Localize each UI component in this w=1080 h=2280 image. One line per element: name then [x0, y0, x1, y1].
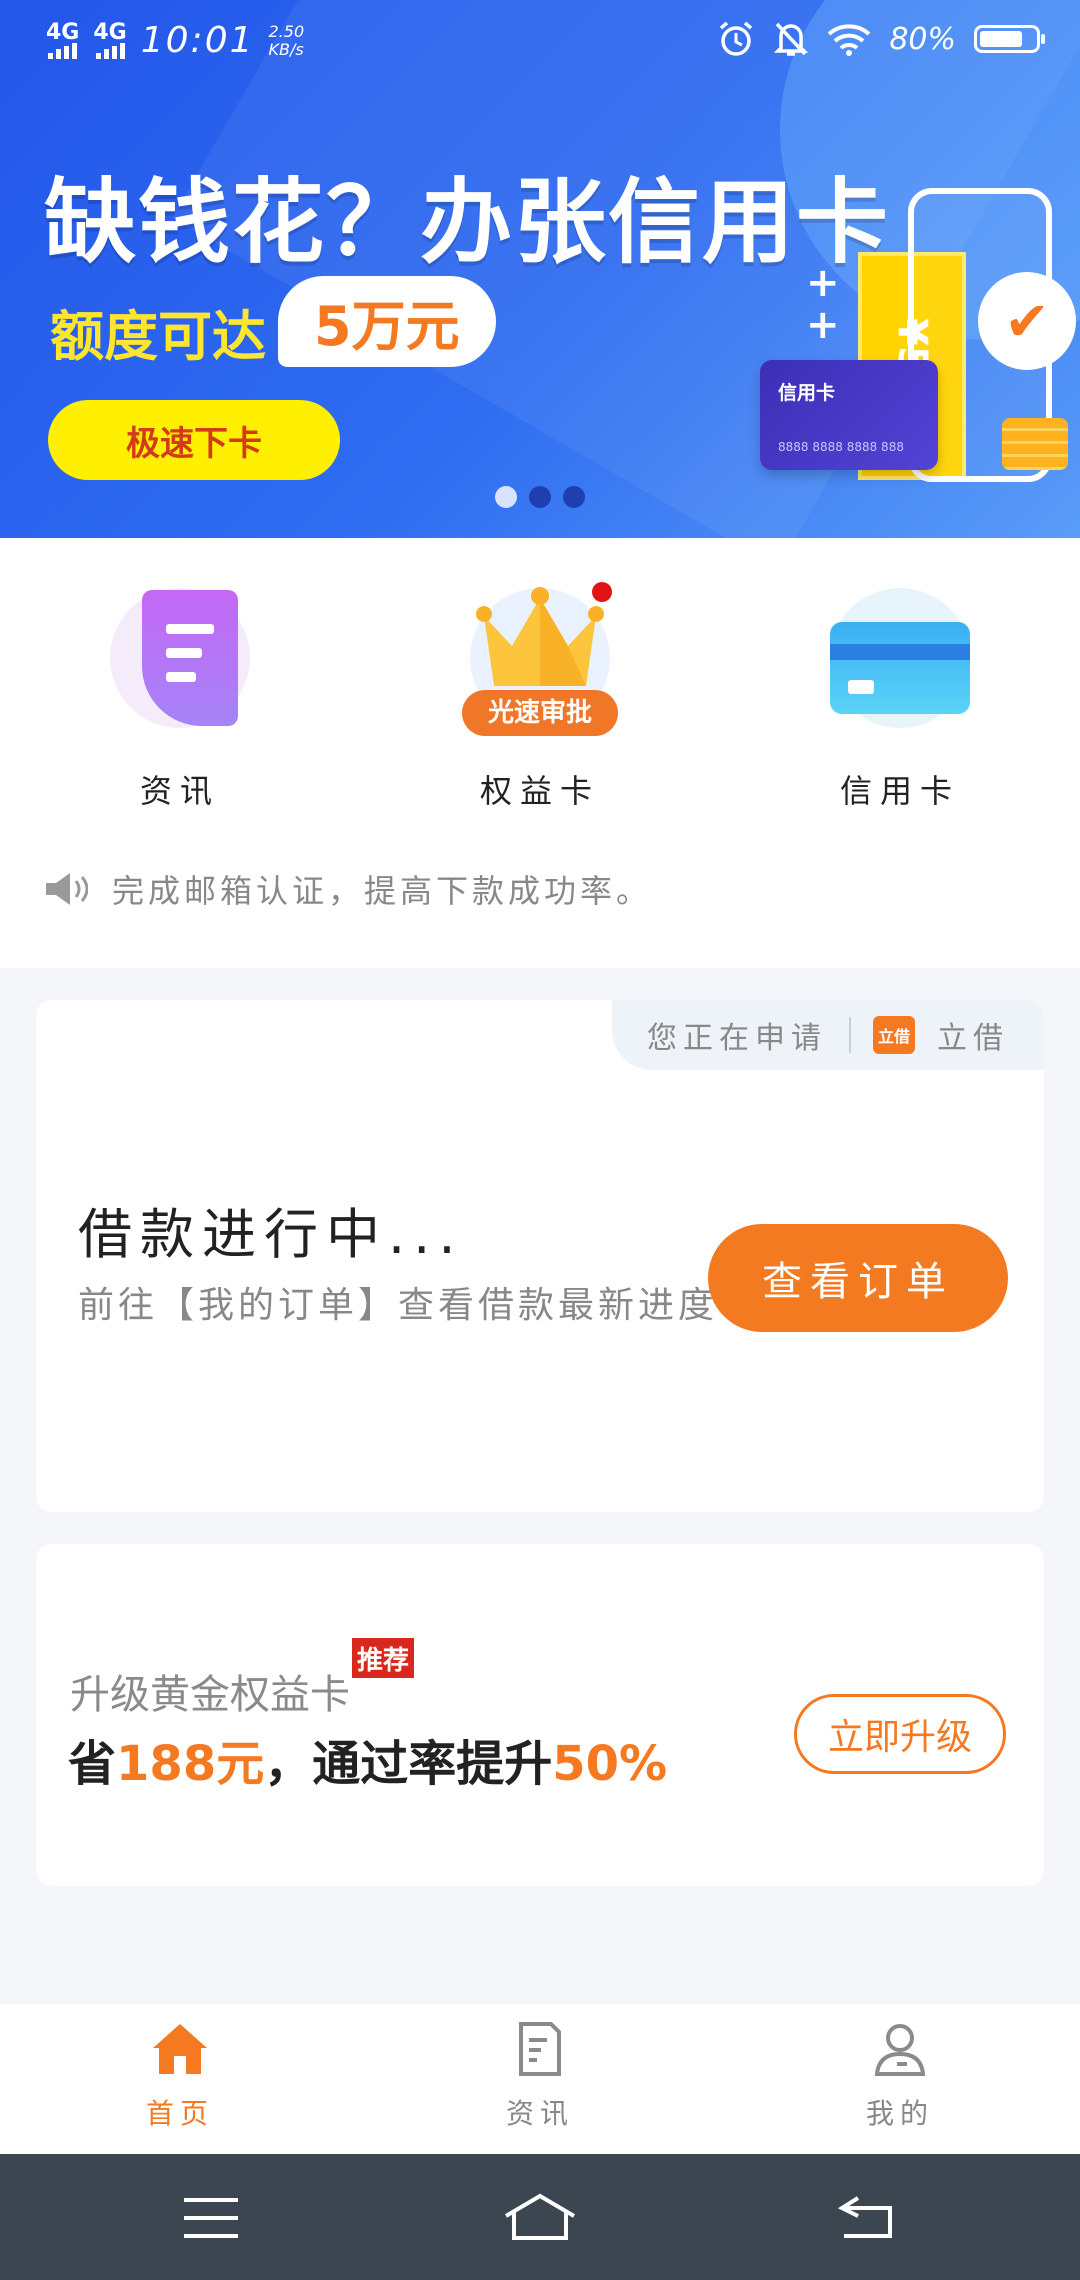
- upgrade-card[interactable]: 升级黄金权益卡 推荐 省188元，通过率提升50% 立即升级: [36, 1544, 1044, 1886]
- quick-item-news[interactable]: 资讯: [30, 578, 330, 812]
- home-icon: [153, 2024, 207, 2074]
- clock: 10:01: [140, 20, 255, 61]
- carousel-dot[interactable]: [495, 486, 517, 508]
- notice-bar[interactable]: 完成邮箱认证，提高下款成功率。: [44, 866, 652, 912]
- sparkle-icon: +: [806, 260, 840, 306]
- divider: [849, 1017, 851, 1053]
- system-navigation-bar: [0, 2154, 1080, 2280]
- crown-icon: 光速审批: [460, 578, 620, 738]
- carousel-indicator: [0, 486, 1080, 508]
- home-nav-icon[interactable]: [500, 2190, 580, 2246]
- speaker-icon: [46, 873, 88, 905]
- credit-card-icon: [820, 578, 980, 738]
- promo-banner[interactable]: 4G 4G 10:01 2.50 KB/s 80% 缺钱花？办张信用卡 额度可达…: [0, 0, 1080, 538]
- notice-text: 完成邮箱认证，提高下款成功率。: [112, 872, 653, 910]
- status-bar: 4G 4G 10:01 2.50 KB/s 80%: [0, 0, 1080, 80]
- network-speed: 2.50 KB/s: [268, 21, 305, 59]
- coins-illustration: [1002, 418, 1068, 470]
- applying-label: 您正在申请: [647, 1021, 827, 1056]
- banner-subtitle: 额度可达: [50, 305, 266, 368]
- quick-item-benefit-card[interactable]: 光速审批 权益卡: [390, 578, 690, 812]
- product-logo: 立借: [873, 1016, 915, 1054]
- user-icon: [874, 2024, 926, 2076]
- app-screen: 4G 4G 10:01 2.50 KB/s 80% 缺钱花？办张信用卡 额度可达…: [0, 0, 1080, 2280]
- notification-dot: [592, 582, 612, 602]
- loan-status-subtitle: 前往【我的订单】查看借款最新进度: [78, 1285, 719, 1326]
- document-icon: [100, 578, 260, 738]
- fast-card-button[interactable]: 极速下卡: [48, 400, 340, 480]
- tab-mine[interactable]: 我的: [800, 2018, 1000, 2132]
- applying-product-tag: 您正在申请 立借 立借: [612, 1000, 1044, 1070]
- bottom-tab-bar: 首页 资讯 我的: [0, 2004, 1080, 2154]
- menu-icon[interactable]: [172, 2190, 252, 2246]
- sparkle-icon: +: [806, 302, 840, 348]
- banner-title: 缺钱花？办张信用卡: [44, 169, 891, 276]
- upgrade-benefit: 省188元，通过率提升50%: [68, 1736, 668, 1792]
- quick-item-credit-card[interactable]: 信用卡: [750, 578, 1050, 812]
- carousel-dot[interactable]: [563, 486, 585, 508]
- recommend-tag: 推荐: [352, 1638, 414, 1678]
- view-order-button[interactable]: 查看订单: [708, 1224, 1008, 1332]
- back-icon[interactable]: [828, 2190, 908, 2246]
- loan-status-title: 借款进行中...: [78, 1203, 464, 1266]
- signal-icon: 4G: [93, 21, 127, 59]
- upgrade-now-button[interactable]: 立即升级: [794, 1694, 1006, 1774]
- quick-menu: 资讯 光速审批 权益卡 信用卡 完成邮箱认证，提高下款成功率。: [0, 538, 1080, 968]
- mute-bell-icon: [774, 22, 809, 56]
- credit-card-illustration: 信用卡 8888 8888 8888 888: [760, 360, 938, 470]
- banner-amount: 5万元: [278, 276, 496, 367]
- tab-news[interactable]: 资讯: [440, 2018, 640, 2132]
- battery-icon: [974, 25, 1045, 53]
- carousel-dot[interactable]: [529, 486, 551, 508]
- product-name: 立借: [937, 1021, 1009, 1056]
- signal-icon: 4G: [46, 21, 79, 59]
- news-icon: [519, 2022, 561, 2076]
- tab-home[interactable]: 首页: [80, 2018, 280, 2132]
- upgrade-subtitle: 升级黄金权益卡: [70, 1672, 350, 1718]
- loan-status-card: 您正在申请 立借 立借 借款进行中... 前往【我的订单】查看借款最新进度 查看…: [36, 1000, 1044, 1512]
- battery-percent: 80%: [889, 21, 956, 57]
- wifi-icon: [827, 24, 871, 56]
- check-icon: ✔: [978, 272, 1076, 370]
- fast-approval-badge: 光速审批: [462, 690, 618, 736]
- alarm-icon: [720, 21, 753, 56]
